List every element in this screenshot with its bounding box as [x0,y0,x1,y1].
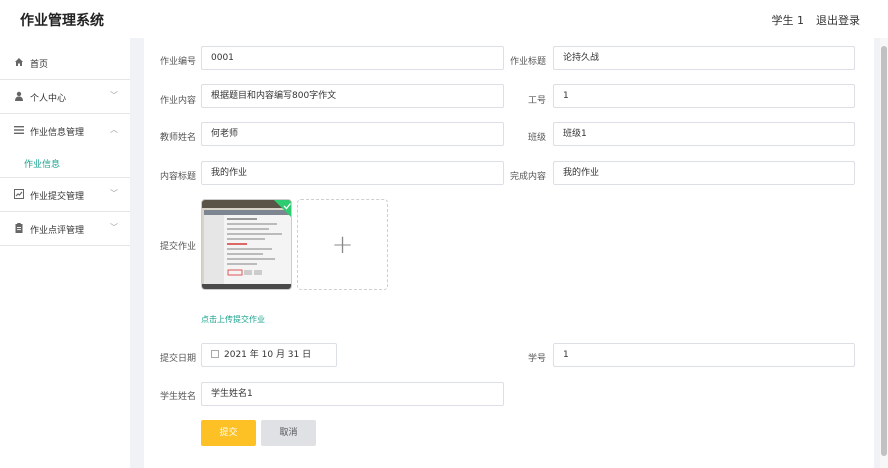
homework-content-label: 作业内容 [159,96,196,106]
main-form: 作业编号 0001 作业标题 论持久战 作业内容 根据题目和内容编写800字作文… [144,38,874,468]
chart-icon [14,189,24,199]
sidebar-item-label: 作业点评管理 [30,226,85,236]
scrollbar-thumb[interactable] [881,46,887,456]
staff-no-label: 工号 [527,96,546,106]
upload-tip-link[interactable]: 点击上传提交作业 [201,314,265,325]
chevron-down-icon: ﹀ [110,189,118,198]
sidebar-item-homework-submit-mgmt[interactable]: 作业提交管理 ﹀ [0,178,130,212]
staff-no-field[interactable]: 1 [553,84,855,108]
sidebar-item-label: 作业提交管理 [30,192,85,202]
submit-date-picker[interactable]: 2021 年 10 月 31 日 [201,343,337,367]
sidebar-item-personal-center[interactable]: 个人中心 ﹀ [0,80,130,114]
teacher-name-field[interactable]: 何老师 [201,122,504,146]
add-upload-button[interactable]: + [297,199,388,290]
sidebar-item-label: 作业信息管理 [30,128,85,138]
homework-no-label: 作业编号 [159,57,196,67]
student-name-label: 学生姓名 [159,392,196,402]
class-label: 班级 [527,133,546,143]
homework-title-label: 作业标题 [509,57,546,67]
vertical-scrollbar[interactable] [880,38,888,468]
sidebar-item-label: 首页 [30,60,49,70]
uploaded-image-thumbnail[interactable] [201,199,292,290]
plus-icon: + [331,230,354,260]
top-bar: 作业管理系统 学生 1 退出登录 [0,0,888,38]
teacher-name-label: 教师姓名 [159,133,196,143]
submit-button[interactable]: 提交 [201,420,256,446]
class-field[interactable]: 班级1 [553,122,855,146]
sidebar-item-home[interactable]: 首页 [0,46,130,80]
chevron-down-icon: ﹀ [110,91,118,100]
student-no-label: 学号 [527,354,546,364]
sidebar-item-homework-info-mgmt[interactable]: 作业信息管理 ︿ [0,114,130,148]
app-title: 作业管理系统 [20,13,104,29]
sidebar: 首页 个人中心 ﹀ 作业信息管理 ︿ 作业信息 作业提交管理 ﹀ 作业点评管理 … [0,38,130,468]
screenshot-thumbnail-image [202,200,291,289]
clipboard-icon [15,223,23,233]
menu-icon [14,126,24,134]
student-name-field[interactable]: 学生姓名1 [201,382,504,406]
sidebar-item-label: 个人中心 [30,94,67,104]
chevron-down-icon: ﹀ [110,223,118,232]
chevron-up-icon: ︿ [110,125,118,134]
content-title-label: 内容标题 [159,172,196,182]
student-no-field[interactable]: 1 [553,343,855,367]
submit-homework-label: 提交作业 [159,242,196,252]
logout-link[interactable]: 退出登录 [816,12,860,28]
current-user[interactable]: 学生 1 [772,12,805,28]
user-icon [15,91,23,101]
content-title-field[interactable]: 我的作业 [201,161,504,185]
sidebar-item-label: 作业信息 [24,160,61,170]
home-icon [15,58,23,66]
homework-title-field[interactable]: 论持久战 [553,46,855,70]
completed-content-label: 完成内容 [509,172,546,182]
sidebar-item-homework-info[interactable]: 作业信息 [0,148,130,178]
submit-date-value: 2021 年 10 月 31 日 [224,350,312,360]
cancel-button[interactable]: 取消 [261,420,316,446]
calendar-icon [211,350,219,358]
completed-content-field[interactable]: 我的作业 [553,161,855,185]
submit-date-label: 提交日期 [159,354,196,364]
homework-no-field[interactable]: 0001 [201,46,504,70]
homework-content-field[interactable]: 根据题目和内容编写800字作文 [201,84,504,108]
sidebar-item-homework-review-mgmt[interactable]: 作业点评管理 ﹀ [0,212,130,246]
